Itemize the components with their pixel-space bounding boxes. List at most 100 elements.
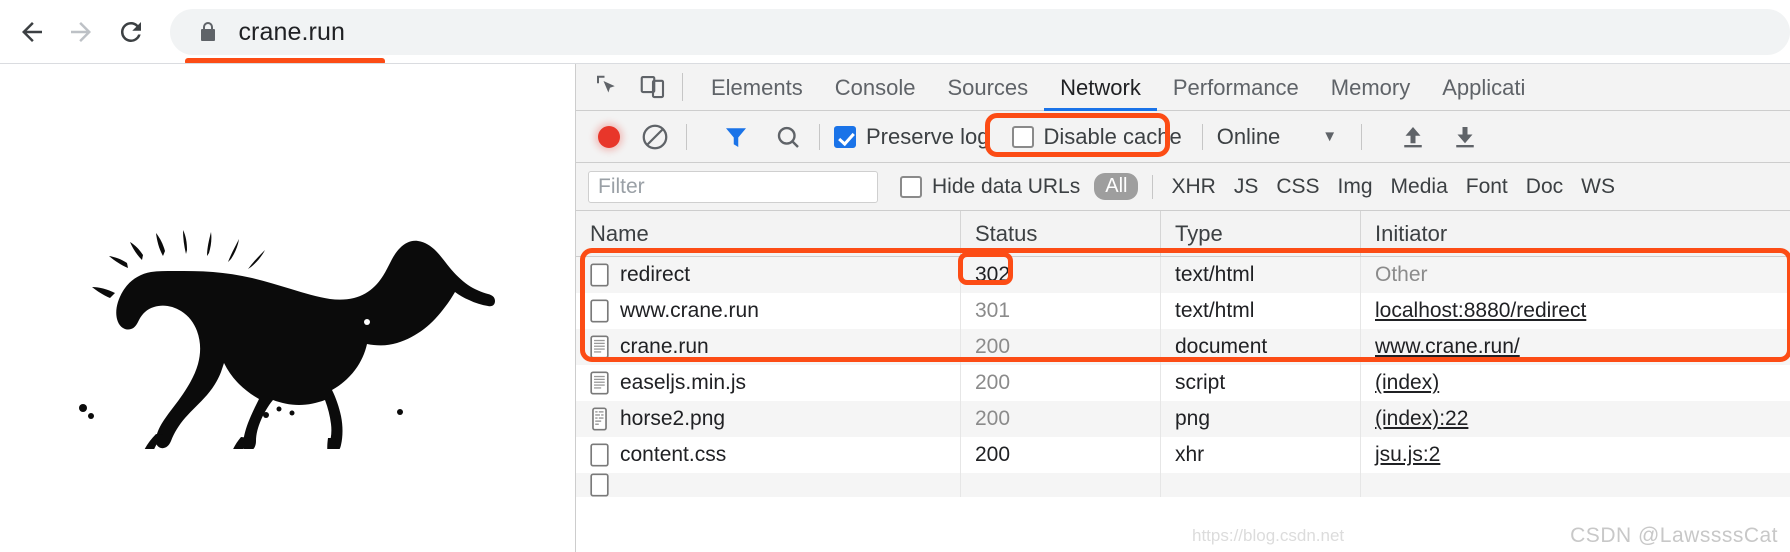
request-initiator-link[interactable]: localhost:8880/redirect bbox=[1375, 299, 1586, 323]
hide-data-urls-label: Hide data URLs bbox=[932, 174, 1081, 198]
request-type: xhr bbox=[1161, 437, 1361, 473]
tab-elements[interactable]: Elements bbox=[695, 64, 819, 111]
request-name: www.crane.run bbox=[620, 299, 759, 322]
request-status: 200 bbox=[961, 437, 1161, 473]
filter-type-media[interactable]: Media bbox=[1391, 175, 1448, 199]
tab-console[interactable]: Console bbox=[819, 64, 932, 111]
throttling-value: Online bbox=[1216, 123, 1281, 149]
reload-icon bbox=[120, 21, 141, 42]
filter-type-font[interactable]: Font bbox=[1466, 175, 1508, 199]
request-type: text/html bbox=[1161, 257, 1361, 293]
preserve-log-control[interactable]: Preserve log bbox=[834, 124, 990, 150]
request-name: easeljs.min.js bbox=[620, 371, 747, 394]
filter-type-ws[interactable]: WS bbox=[1581, 175, 1615, 199]
table-row[interactable]: crane.run 200 document www.crane.run/ bbox=[576, 329, 1790, 365]
arrow-right-icon bbox=[71, 22, 92, 42]
request-status: 302 bbox=[961, 257, 1161, 293]
request-status: 301 bbox=[961, 293, 1161, 329]
disable-cache-label: Disable cache bbox=[1043, 123, 1182, 149]
toolbar-divider bbox=[1152, 174, 1154, 199]
request-status: 200 bbox=[961, 329, 1161, 365]
tab-performance[interactable]: Performance bbox=[1157, 64, 1315, 111]
request-initiator-link[interactable]: (index) bbox=[1375, 371, 1439, 395]
tab-application[interactable]: Applicati bbox=[1426, 64, 1541, 111]
text-doc-icon bbox=[590, 335, 609, 359]
filter-type-css[interactable]: CSS bbox=[1276, 175, 1319, 199]
filter-type-img[interactable]: Img bbox=[1338, 175, 1373, 199]
table-header-row: Name Status Type Initiator bbox=[576, 211, 1790, 257]
clear-icon[interactable] bbox=[638, 120, 672, 154]
column-header-name[interactable]: Name bbox=[576, 211, 961, 256]
blank-doc-icon bbox=[590, 299, 609, 323]
table-row[interactable] bbox=[576, 473, 1790, 497]
download-arrow-icon[interactable] bbox=[1448, 120, 1482, 154]
request-initiator-link[interactable]: jsu.js:2 bbox=[1375, 443, 1440, 467]
column-header-status[interactable]: Status bbox=[961, 211, 1161, 256]
request-type: text/html bbox=[1161, 293, 1361, 329]
request-name: crane.run bbox=[620, 335, 709, 358]
table-row[interactable]: redirect 302 text/html Other bbox=[576, 257, 1790, 293]
request-initiator-link[interactable]: www.crane.run/ bbox=[1375, 335, 1520, 359]
forward-button[interactable] bbox=[63, 10, 98, 54]
devtools-panel: Elements Console Sources Network Perform… bbox=[575, 64, 1790, 552]
preserve-log-checkbox[interactable] bbox=[834, 125, 856, 148]
text-doc-icon bbox=[590, 371, 609, 395]
hide-data-urls-checkbox[interactable] bbox=[900, 175, 922, 198]
request-name: redirect bbox=[620, 263, 691, 286]
watermark-url: https://blog.csdn.net bbox=[1192, 526, 1345, 545]
watermark: CSDN @LawssssCat bbox=[1570, 524, 1778, 547]
disable-cache-checkbox[interactable] bbox=[1011, 125, 1034, 148]
running-horse-image bbox=[55, 219, 525, 457]
request-status: 200 bbox=[961, 401, 1161, 437]
request-type: script bbox=[1161, 365, 1361, 401]
table-row[interactable]: easeljs.min.js 200 script (index) bbox=[576, 365, 1790, 401]
table-row[interactable]: www.crane.run 301 text/html localhost:88… bbox=[576, 293, 1790, 329]
reload-button[interactable] bbox=[113, 10, 148, 54]
toolbar-divider bbox=[1201, 123, 1203, 150]
blank-doc-icon bbox=[590, 473, 609, 497]
tab-network[interactable]: Network bbox=[1044, 64, 1157, 111]
request-name: content.css bbox=[620, 443, 727, 466]
request-status: 200 bbox=[961, 365, 1161, 401]
column-header-initiator[interactable]: Initiator bbox=[1361, 211, 1789, 256]
image-doc-icon bbox=[592, 407, 607, 431]
record-button[interactable] bbox=[598, 125, 620, 148]
tab-memory[interactable]: Memory bbox=[1315, 64, 1426, 111]
throttling-select[interactable]: Online ▼ bbox=[1217, 124, 1337, 150]
device-toolbar-icon[interactable] bbox=[636, 70, 670, 104]
disable-cache-control[interactable]: Disable cache bbox=[1011, 123, 1182, 150]
screenshot-root: crane.run Elements Console Sources Netwo… bbox=[0, 0, 1790, 552]
filter-placeholder: Filter bbox=[598, 174, 645, 198]
filter-input[interactable]: Filter bbox=[588, 170, 878, 203]
search-icon[interactable] bbox=[771, 120, 805, 154]
filter-type-all[interactable]: All bbox=[1094, 173, 1139, 200]
toolbar-divider bbox=[819, 123, 820, 150]
filter-type-js[interactable]: JS bbox=[1234, 175, 1259, 199]
toolbar-divider bbox=[682, 73, 683, 101]
upload-arrow-icon[interactable] bbox=[1396, 120, 1430, 154]
address-bar[interactable]: crane.run bbox=[170, 9, 1790, 55]
page-viewport bbox=[0, 64, 575, 552]
table-row[interactable]: horse2.png 200 png (index):22 bbox=[576, 401, 1790, 437]
arrow-left-icon bbox=[21, 22, 42, 42]
preserve-log-label: Preserve log bbox=[866, 123, 990, 149]
inspect-element-icon[interactable] bbox=[590, 70, 624, 104]
table-row[interactable]: content.css 200 xhr jsu.js:2 bbox=[576, 437, 1790, 473]
network-requests-table: Name Status Type Initiator redirect 302 … bbox=[576, 211, 1790, 497]
lock-icon bbox=[196, 19, 220, 45]
back-button[interactable] bbox=[14, 10, 49, 54]
chevron-down-icon: ▼ bbox=[1322, 128, 1338, 145]
filter-type-doc[interactable]: Doc bbox=[1526, 175, 1563, 199]
toolbar-divider bbox=[686, 123, 687, 150]
column-header-type[interactable]: Type bbox=[1161, 211, 1361, 256]
blank-doc-icon bbox=[590, 443, 609, 467]
filter-icon[interactable] bbox=[719, 120, 753, 154]
tab-sources[interactable]: Sources bbox=[931, 64, 1044, 111]
toolbar-divider bbox=[1361, 123, 1363, 150]
filter-type-xhr[interactable]: XHR bbox=[1171, 175, 1215, 199]
request-initiator: Other bbox=[1375, 263, 1428, 286]
request-initiator-link[interactable]: (index):22 bbox=[1375, 407, 1468, 431]
browser-toolbar: crane.run bbox=[0, 0, 1790, 65]
devtools-tabstrip: Elements Console Sources Network Perform… bbox=[576, 64, 1790, 111]
request-type: document bbox=[1161, 329, 1361, 365]
